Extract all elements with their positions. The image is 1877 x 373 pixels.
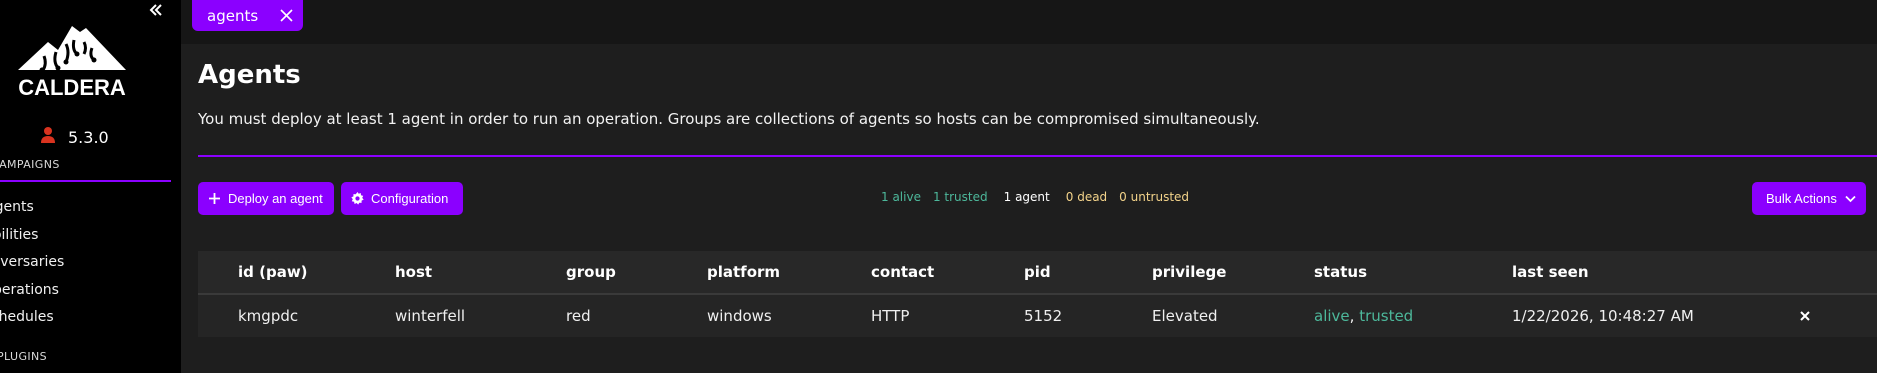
agent-stats: 1 alive 1 trusted 1 agent 0 dead 0 untru… [881,187,1189,207]
close-icon[interactable] [279,8,294,23]
header-privilege[interactable]: privilege [1152,251,1226,293]
header-host[interactable]: host [395,251,432,293]
double-chevron-left-icon[interactable] [148,2,168,22]
version-indicator: 5.3.0 [40,126,109,148]
tab-bar: agents [181,0,1877,44]
section-plugins: PLUGINS [0,350,48,363]
header-contact[interactable]: contact [871,251,934,293]
header-divider [198,155,1877,157]
chevron-down-icon [1845,195,1856,202]
sidebar-item-agents[interactable]: Agents [0,194,64,222]
cell-paw: kmgpdc [238,307,299,325]
cell-status: alive, trusted [1314,295,1413,337]
stat-alive: 1 alive [881,190,921,204]
user-icon [40,126,56,148]
sidebar-item-operations[interactable]: Operations [0,277,64,305]
sidebar-nav: Agents Abilities Adversaries Operations … [0,194,64,332]
status-trusted[interactable]: trusted [1359,307,1413,325]
status-alive[interactable]: alive [1314,307,1350,325]
header-status[interactable]: status [1314,251,1367,293]
page-description: You must deploy at least 1 agent in orde… [198,110,1260,128]
section-campaigns: CAMPAIGNS [0,158,60,171]
cell-contact: HTTP [871,307,910,325]
table-row[interactable]: kmgpdc winterfell red windows HTTP 5152 … [198,295,1877,337]
header-pid[interactable]: pid [1024,251,1051,293]
stat-untrusted: 0 untrusted [1119,190,1190,204]
tab-agents[interactable]: agents [192,0,303,31]
sidebar-item-abilities[interactable]: Abilities [0,222,64,250]
bulk-actions-button[interactable]: Bulk Actions [1752,182,1866,215]
sidebar: CALDERA 5.3.0 CAMPAIGNS Agents Abilities… [0,0,181,373]
delete-agent-button[interactable] [1798,295,1812,337]
deploy-agent-label: Deploy an agent [228,191,323,206]
status-separator: , [1349,307,1355,325]
cell-last-seen: 1/22/2026, 10:48:27 AM [1512,307,1694,325]
main-content: Agents You must deploy at least 1 agent … [181,44,1877,373]
deploy-agent-button[interactable]: Deploy an agent [198,182,334,215]
app-window: CALDERA 5.3.0 CAMPAIGNS Agents Abilities… [0,0,1877,373]
cell-pid: 5152 [1024,307,1063,325]
stat-agents: 1 agent [1003,190,1050,204]
sidebar-item-adversaries[interactable]: Adversaries [0,249,64,277]
cell-group: red [566,307,591,325]
version-text: 5.3.0 [68,127,109,147]
tab-label: agents [207,6,259,25]
stat-trusted: 1 trusted [932,190,988,204]
bulk-actions-label: Bulk Actions [1766,191,1837,206]
table-header: id (paw) host group platform contact pid… [198,251,1877,295]
cell-host: winterfell [395,307,466,325]
sidebar-item-schedules[interactable]: Schedules [0,304,64,332]
configuration-button[interactable]: Configuration [341,182,463,215]
stat-dead: 0 dead [1065,190,1108,204]
cell-privilege: Elevated [1152,307,1218,325]
page-title: Agents [198,60,301,90]
caldera-logo[interactable]: CALDERA [8,12,136,100]
agents-table: id (paw) host group platform contact pid… [198,251,1877,337]
configuration-label: Configuration [371,191,449,206]
header-last-seen[interactable]: last seen [1512,251,1589,293]
cell-platform: windows [707,307,772,325]
plus-icon [209,193,220,204]
close-icon [1800,311,1810,321]
header-paw[interactable]: id (paw) [238,251,308,293]
gear-icon [351,192,364,205]
logo-text: CALDERA [18,75,126,98]
header-group[interactable]: group [566,251,616,293]
header-platform[interactable]: platform [707,251,780,293]
section-divider [0,180,171,182]
